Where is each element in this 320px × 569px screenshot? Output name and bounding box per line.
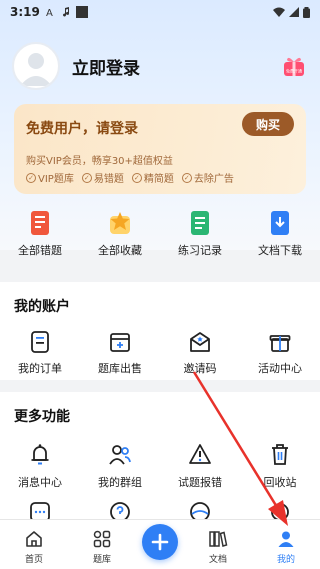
plus-icon bbox=[151, 533, 169, 551]
group-icon bbox=[109, 445, 131, 465]
vip-perk: ✓ 去除广告 bbox=[181, 170, 234, 185]
wrong-questions-icon bbox=[31, 211, 49, 235]
more-item-partial-4[interactable] bbox=[240, 500, 320, 519]
check-icon: ✓ bbox=[131, 172, 142, 183]
buy-button[interactable]: 购买 bbox=[242, 112, 294, 136]
theme-icon bbox=[190, 502, 210, 519]
account-item-activity-center[interactable]: 活动中心 bbox=[240, 330, 320, 376]
account-section-title: 我的账户 bbox=[14, 299, 70, 315]
signal-icon bbox=[289, 7, 299, 17]
battery-icon bbox=[303, 6, 310, 18]
quick-action-favorites[interactable]: 全部收藏 bbox=[80, 210, 160, 270]
account-item-orders[interactable]: 我的订单 bbox=[0, 330, 80, 376]
status-time: 3:19 bbox=[10, 5, 40, 19]
avatar[interactable] bbox=[12, 42, 60, 90]
bank-sale-icon bbox=[110, 333, 130, 352]
chat-icon bbox=[30, 502, 50, 519]
more-item-messages[interactable]: 消息中心 bbox=[0, 442, 80, 490]
help-icon bbox=[110, 502, 130, 519]
grid-icon bbox=[93, 530, 111, 548]
order-icon bbox=[31, 331, 49, 353]
more-item-partial-2[interactable] bbox=[80, 500, 160, 519]
login-link[interactable]: 立即登录 bbox=[72, 54, 140, 79]
vip-perks: ✓ VIP题库 ✓ 易错题 ✓ 精简题 ✓ 去除广告 bbox=[26, 170, 234, 185]
more-item-partial-1[interactable] bbox=[0, 500, 80, 519]
vip-perk: ✓ 精简题 bbox=[131, 170, 174, 185]
gift-icon: 免费开通 bbox=[284, 57, 304, 76]
tab-mine[interactable]: 我的 bbox=[256, 529, 316, 565]
tab-documents[interactable]: 文档 bbox=[188, 529, 248, 565]
tab-question-bank[interactable]: 题库 bbox=[72, 529, 132, 565]
notification-a-icon: A bbox=[46, 8, 53, 17]
more-item-recycle-bin[interactable]: 回收站 bbox=[240, 442, 320, 490]
check-icon: ✓ bbox=[181, 172, 192, 183]
vip-card[interactable]: 免费用户，请登录 购买 购买VIP会员，畅享30+超值权益 ✓ VIP题库 ✓ 易错… bbox=[14, 104, 306, 194]
vip-perk: ✓ VIP题库 bbox=[26, 170, 74, 185]
gift-box-icon bbox=[269, 335, 291, 352]
trash-icon bbox=[272, 444, 288, 465]
vip-description: 购买VIP会员，畅享30+超值权益 bbox=[26, 156, 173, 167]
quick-action-practice-record[interactable]: 练习记录 bbox=[160, 210, 240, 270]
settings-icon bbox=[271, 503, 289, 519]
status-bar: 3:19 A bbox=[0, 0, 320, 24]
more-item-partial-3[interactable] bbox=[160, 500, 240, 519]
more-section-title: 更多功能 bbox=[14, 409, 70, 425]
profile-header[interactable]: 立即登录 bbox=[12, 42, 140, 90]
warning-icon bbox=[189, 444, 211, 464]
account-item-invite-code[interactable]: 邀请码 bbox=[160, 330, 240, 376]
more-item-my-groups[interactable]: 我的群组 bbox=[80, 442, 160, 490]
vip-perk: ✓ 易错题 bbox=[81, 170, 124, 185]
quick-action-wrong-questions[interactable]: 全部错题 bbox=[0, 210, 80, 270]
account-item-bank-sale[interactable]: 题库出售 bbox=[80, 330, 160, 376]
quick-actions: 全部错题 全部收藏 练习记录 文档下载 bbox=[0, 210, 320, 270]
bell-icon bbox=[31, 444, 49, 465]
gift-label: 免费开通 bbox=[286, 68, 302, 74]
default-avatar-icon bbox=[20, 53, 52, 86]
home-icon bbox=[26, 531, 42, 547]
more-item-report-error[interactable]: 试题报错 bbox=[160, 442, 240, 490]
document-download-icon bbox=[271, 211, 289, 235]
check-icon: ✓ bbox=[26, 172, 36, 183]
account-section: 我的账户 我的订单 题库出售 邀请码 活动中心 bbox=[0, 282, 320, 380]
music-note-icon bbox=[62, 7, 69, 17]
add-button[interactable] bbox=[142, 524, 178, 560]
practice-record-icon bbox=[191, 211, 209, 235]
svg-text:A: A bbox=[46, 8, 53, 17]
books-icon bbox=[209, 531, 228, 547]
wifi-icon bbox=[273, 7, 285, 17]
favorites-star-icon bbox=[110, 212, 130, 234]
status-square-icon bbox=[75, 6, 88, 18]
more-section: 更多功能 消息中心 我的群组 试题报错 回收站 bbox=[0, 392, 320, 519]
gift-badge-button[interactable]: 免费开通 bbox=[282, 54, 306, 78]
check-icon: ✓ bbox=[81, 172, 92, 183]
user-icon bbox=[278, 531, 294, 547]
quick-action-document-download[interactable]: 文档下载 bbox=[240, 210, 320, 270]
tab-home[interactable]: 首页 bbox=[4, 529, 64, 565]
invite-code-icon bbox=[190, 332, 210, 352]
